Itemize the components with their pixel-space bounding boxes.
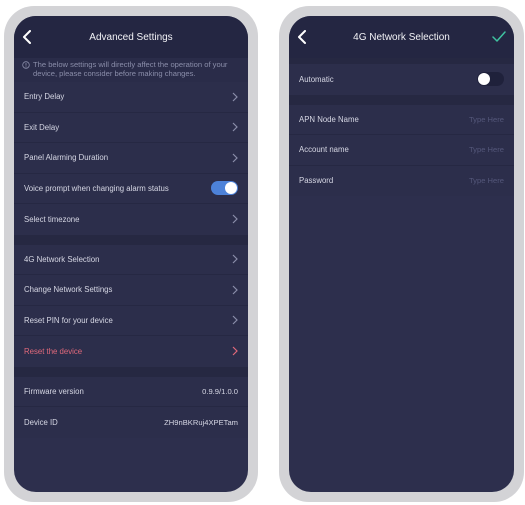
- row-label: Entry Delay: [24, 92, 65, 102]
- device-id-row: Device ID ZH9nBKRuj4XPETam: [14, 407, 248, 438]
- apn-node-name-row[interactable]: APN Node Name Type Here: [289, 104, 514, 135]
- back-icon[interactable]: [22, 30, 34, 44]
- panel-alarming-duration-row[interactable]: Panel Alarming Duration: [14, 143, 248, 174]
- row-label: Device ID: [24, 417, 58, 427]
- row-label: Exit Delay: [24, 122, 60, 132]
- exit-delay-row[interactable]: Exit Delay: [14, 112, 248, 143]
- apn-node-name-input[interactable]: Type Here: [469, 115, 504, 124]
- chevron-right-icon: [232, 122, 238, 132]
- page-title: Advanced Settings: [89, 31, 173, 43]
- firmware-version-row: Firmware version 0.9.9/1.0.0: [14, 376, 248, 407]
- row-label: Automatic: [299, 74, 334, 84]
- section-divider: [14, 366, 248, 377]
- row-label: 4G Network Selection: [24, 254, 100, 264]
- row-label: Panel Alarming Duration: [24, 153, 109, 163]
- phone-frame-left: Advanced Settings The below settings wil…: [4, 6, 258, 502]
- row-label: Voice prompt when changing alarm status: [24, 183, 169, 193]
- 4g-network-selection-row[interactable]: 4G Network Selection: [14, 244, 248, 275]
- reset-pin-row[interactable]: Reset PIN for your device: [14, 305, 248, 336]
- row-label: Reset the device: [24, 346, 83, 356]
- chevron-right-icon: [232, 254, 238, 264]
- chevron-right-icon: [232, 315, 238, 325]
- voice-prompt-toggle[interactable]: [211, 181, 238, 196]
- navbar: 4G Network Selection: [289, 16, 514, 58]
- section-divider: [14, 234, 248, 245]
- info-icon: [22, 61, 30, 69]
- warning-notice: The below settings will directly affect …: [14, 58, 248, 82]
- check-icon[interactable]: [492, 31, 506, 43]
- password-row[interactable]: Password Type Here: [289, 165, 514, 196]
- network-selection-screen: 4G Network Selection Automatic APN Node …: [289, 16, 514, 492]
- device-id-value: ZH9nBKRuj4XPETam: [164, 417, 238, 427]
- account-name-input[interactable]: Type Here: [469, 145, 504, 154]
- row-label: Account name: [299, 145, 349, 155]
- password-input[interactable]: Type Here: [469, 176, 504, 185]
- chevron-right-icon: [232, 92, 238, 102]
- chevron-right-icon: [232, 285, 238, 295]
- back-icon[interactable]: [297, 30, 309, 44]
- select-timezone-row[interactable]: Select timezone: [14, 204, 248, 235]
- advanced-settings-screen: Advanced Settings The below settings wil…: [14, 16, 248, 492]
- firmware-version-value: 0.9.9/1.0.0: [202, 386, 238, 396]
- entry-delay-row[interactable]: Entry Delay: [14, 82, 248, 113]
- section-divider: [289, 94, 514, 105]
- phone-frame-right: 4G Network Selection Automatic APN Node …: [279, 6, 524, 502]
- voice-prompt-row: Voice prompt when changing alarm status: [14, 173, 248, 204]
- navbar: Advanced Settings: [14, 16, 248, 58]
- automatic-toggle[interactable]: [477, 72, 504, 87]
- row-label: Password: [299, 176, 334, 186]
- row-label: APN Node Name: [299, 114, 359, 124]
- account-name-row[interactable]: Account name Type Here: [289, 135, 514, 166]
- toggle-knob: [225, 182, 237, 195]
- row-label: Change Network Settings: [24, 285, 113, 295]
- change-network-settings-row[interactable]: Change Network Settings: [14, 275, 248, 306]
- row-label: Firmware version: [24, 386, 84, 396]
- page-title: 4G Network Selection: [353, 31, 450, 43]
- row-label: Select timezone: [24, 214, 80, 224]
- chevron-right-icon: [232, 153, 238, 163]
- notice-text: The below settings will directly affect …: [33, 60, 228, 78]
- reset-device-row[interactable]: Reset the device: [14, 336, 248, 367]
- row-label: Reset PIN for your device: [24, 315, 113, 325]
- automatic-row: Automatic: [289, 64, 514, 95]
- chevron-right-icon: [232, 346, 238, 356]
- toggle-knob: [478, 73, 490, 86]
- chevron-right-icon: [232, 214, 238, 224]
